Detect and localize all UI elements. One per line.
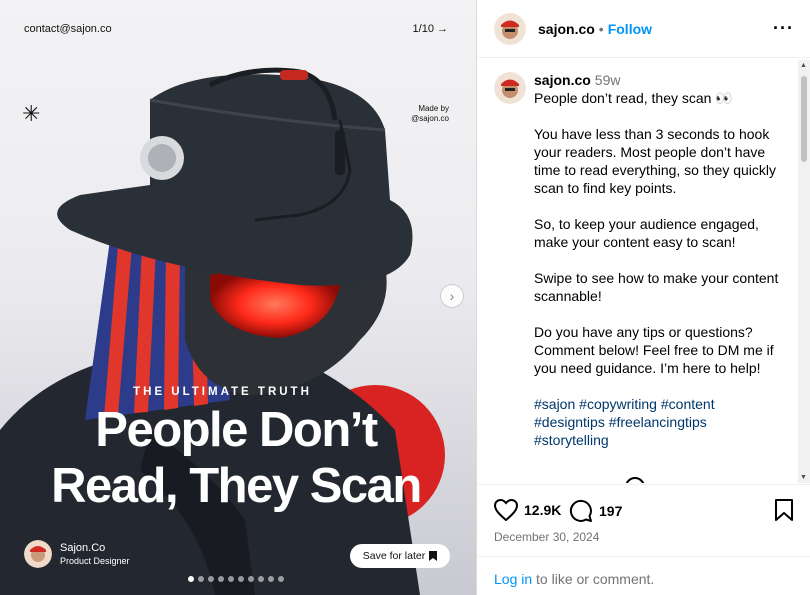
heart-icon[interactable]	[494, 499, 518, 521]
more-options-icon[interactable]: ···	[773, 18, 794, 39]
carousel-dot[interactable]	[248, 576, 254, 582]
hashtags: #sajon #copywriting #content #designtips…	[534, 395, 794, 449]
partial-icon	[625, 477, 645, 483]
scroll-down-icon[interactable]: ▼	[800, 474, 807, 481]
image-headline: People Don’t Read, They Scan	[0, 402, 472, 514]
caption-para3: Swipe to see how to make your content sc…	[534, 270, 779, 304]
save-for-later-pill: Save for later	[350, 544, 450, 568]
caption-username[interactable]: sajon.co	[534, 72, 591, 88]
bookmark-small-icon	[429, 551, 438, 561]
carousel-dot[interactable]	[198, 576, 204, 582]
instagram-post-view: contact@sajon.co 1/10 → ✳ Made by @sajon…	[0, 0, 810, 595]
slide-counter: 1/10 →	[412, 23, 448, 35]
login-link[interactable]: Log in	[494, 571, 532, 587]
hashtag-link[interactable]: #sajon	[534, 396, 575, 412]
post-image-carousel[interactable]: contact@sajon.co 1/10 → ✳ Made by @sajon…	[0, 0, 476, 595]
carousel-dots	[188, 576, 284, 582]
caption-para4: Do you have any tips or questions? Comme…	[534, 324, 774, 376]
creator-role: Product Designer	[60, 556, 130, 566]
headline-line2: Read, They Scan	[51, 459, 422, 513]
header-avatar[interactable]	[494, 12, 526, 45]
image-kicker: THE ULTIMATE TRUTH	[133, 386, 312, 398]
save-for-later-label: Save for later	[362, 550, 426, 562]
caption-line1: People don’t read, they scan 👀	[534, 90, 733, 106]
caption-text: sajon.co 59w People don’t read, they scan…	[534, 71, 794, 449]
hashtag-link[interactable]: #freelancingtips	[609, 414, 707, 430]
hashtag-link[interactable]: #content	[661, 396, 715, 412]
next-slide-button[interactable]: ›	[440, 284, 464, 308]
header-separator: •	[598, 20, 604, 37]
made-by-label: Made by @sajon.co	[411, 104, 449, 124]
caption-para2: So, to keep your audience engaged, make …	[534, 216, 759, 250]
login-prompt-text: to like or comment.	[532, 571, 655, 587]
caption-para1: You have less than 3 seconds to hook you…	[534, 126, 777, 196]
like-count: 12.9K	[524, 502, 562, 518]
hashtag-link[interactable]: #copywriting	[579, 396, 657, 412]
comment-count: 197	[599, 503, 623, 519]
carousel-dot[interactable]	[268, 576, 274, 582]
made-by-handle: @sajon.co	[411, 114, 449, 123]
login-prompt: Log in to like or comment.	[477, 556, 810, 595]
caption-scrollbar[interactable]: ▲ ▼	[798, 60, 810, 483]
image-creator-badge: Sajon.Co Product Designer	[24, 540, 130, 568]
contact-email: contact@sajon.co	[24, 23, 112, 35]
caption-scroll-area[interactable]: sajon.co 59w People don’t read, they scan…	[477, 60, 798, 483]
carousel-dot[interactable]	[228, 576, 234, 582]
carousel-dot[interactable]	[188, 576, 194, 582]
hashtag-link[interactable]: #storytelling	[534, 432, 609, 448]
scroll-up-icon[interactable]: ▲	[800, 62, 807, 69]
scrollbar-thumb[interactable]	[801, 76, 807, 162]
creator-name: Sajon.Co	[60, 542, 106, 554]
chevron-right-icon: ›	[449, 288, 455, 304]
comment-action[interactable]: 197	[569, 499, 622, 523]
post-date[interactable]: December 30, 2024	[494, 530, 599, 544]
comment-icon[interactable]	[569, 499, 593, 523]
follow-button[interactable]: Follow	[608, 21, 652, 37]
hashtag-link[interactable]: #designtips	[534, 414, 605, 430]
carousel-dot[interactable]	[278, 576, 284, 582]
carousel-dot[interactable]	[238, 576, 244, 582]
creator-avatar	[24, 540, 52, 568]
carousel-dot[interactable]	[218, 576, 224, 582]
caption-time[interactable]: 59w	[595, 72, 621, 88]
like-action[interactable]: 12.9K	[494, 499, 561, 521]
made-by-line1: Made by	[418, 104, 449, 113]
save-action[interactable]	[775, 499, 793, 521]
carousel-dot[interactable]	[258, 576, 264, 582]
post-sidebar: sajon.co • Follow ··· sajon.co 59w People…	[476, 0, 810, 595]
bookmark-icon[interactable]	[775, 499, 793, 521]
image-top-bar: contact@sajon.co 1/10 →	[24, 23, 448, 35]
header-username[interactable]: sajon.co	[538, 21, 595, 37]
headline-line1: People Don’t	[95, 403, 378, 457]
caption-avatar[interactable]	[494, 72, 526, 104]
asterisk-icon: ✳	[22, 101, 41, 126]
post-header: sajon.co • Follow ···	[477, 0, 810, 58]
carousel-dot[interactable]	[208, 576, 214, 582]
